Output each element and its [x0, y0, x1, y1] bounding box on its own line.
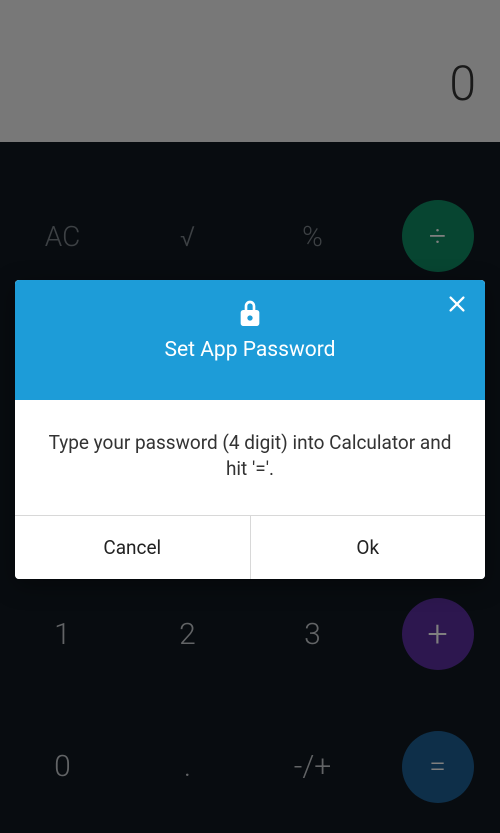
- cancel-button[interactable]: Cancel: [15, 516, 250, 579]
- dialog-header: Set App Password: [15, 280, 485, 400]
- close-button[interactable]: [443, 292, 471, 320]
- calculator-screen: 0 AC √ % ÷ 1 2 3 + 0 . -/+ = Set A: [0, 0, 500, 833]
- ok-button[interactable]: Ok: [250, 516, 486, 579]
- password-dialog: Set App Password Type your password (4 d…: [15, 280, 485, 579]
- ok-label: Ok: [356, 536, 379, 559]
- dialog-title: Set App Password: [165, 338, 336, 362]
- cancel-label: Cancel: [103, 536, 161, 559]
- lock-icon: [234, 298, 266, 330]
- dialog-header-content: Set App Password: [15, 280, 485, 362]
- dialog-actions: Cancel Ok: [15, 515, 485, 579]
- dialog-body: Type your password (4 digit) into Calcul…: [15, 400, 485, 515]
- close-icon: [446, 293, 468, 319]
